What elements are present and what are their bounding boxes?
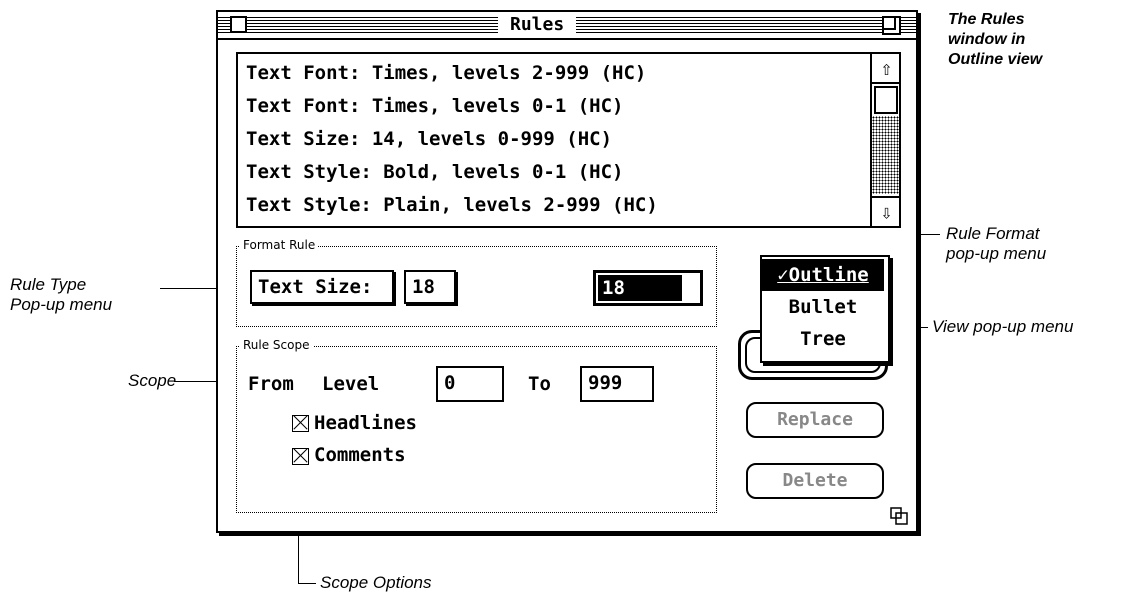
list-item[interactable]: Text Font: Times, levels 2-999 (HC): [246, 58, 646, 88]
window-caption: The Rules window in Outline view: [948, 10, 1042, 70]
scrollbar[interactable]: ⇧ ⇩: [870, 54, 901, 226]
menu-item-bullet[interactable]: Bullet: [762, 291, 884, 323]
list-item[interactable]: Text Size: 14, levels 0-999 (HC): [246, 124, 612, 154]
scroll-track[interactable]: [872, 116, 901, 194]
scope-options-callout: Scope Options: [320, 573, 432, 592]
window-caption-line: Outline view: [948, 51, 1043, 68]
callout-line: Pop-up menu: [10, 295, 113, 314]
to-label: To: [528, 373, 551, 395]
rule-format-callout: Rule Format pop-up menu: [946, 224, 1046, 264]
from-label: From: [248, 373, 294, 395]
rule-scope-label: Rule Scope: [240, 338, 313, 352]
scroll-down-arrow-icon[interactable]: ⇩: [872, 196, 901, 226]
comments-checkbox[interactable]: [292, 448, 309, 465]
scroll-thumb[interactable]: [874, 86, 898, 114]
rule-format-popup[interactable]: 18: [404, 270, 456, 304]
callout-line: pop-up menu: [946, 244, 1047, 263]
delete-button[interactable]: Delete: [746, 463, 884, 499]
comments-label[interactable]: Comments: [314, 440, 406, 470]
list-item[interactable]: Text Style: Plain, levels 2-999 (HC): [246, 190, 658, 220]
scope-callout: Scope: [128, 371, 177, 390]
window-caption-line: window in: [948, 31, 1026, 48]
view-popup-callout: View pop-up menu: [932, 317, 1074, 336]
headlines-label[interactable]: Headlines: [314, 408, 417, 438]
grow-box-icon[interactable]: [890, 507, 910, 527]
menu-item-outline[interactable]: ✓Outline: [762, 259, 884, 291]
menu-item-tree[interactable]: Tree: [762, 323, 884, 355]
replace-button[interactable]: Replace: [746, 402, 884, 438]
view-popup-menu[interactable]: ✓Outline Bullet Tree: [760, 255, 890, 363]
rules-window: Rules Text Font: Times, levels 2-999 (HC…: [216, 10, 918, 533]
rules-list[interactable]: Text Font: Times, levels 2-999 (HC) Text…: [236, 52, 901, 228]
zoom-box[interactable]: [882, 16, 901, 35]
window-title: Rules: [498, 14, 577, 36]
headlines-checkbox[interactable]: [292, 415, 309, 432]
callout-line: Rule Format: [946, 224, 1040, 243]
zoom-box-inner: [884, 18, 896, 30]
level-label: Level: [322, 373, 380, 395]
scroll-up-arrow-icon[interactable]: ⇧: [872, 54, 901, 84]
rule-type-popup[interactable]: Text Size:: [250, 270, 394, 304]
size-value-field[interactable]: 18: [598, 275, 682, 301]
to-level-field[interactable]: 999: [580, 366, 654, 402]
menu-item-label: ✓Outline: [777, 264, 869, 286]
window-caption-line: The Rules: [948, 11, 1025, 28]
list-item[interactable]: Text Font: Times, levels 0-1 (HC): [246, 91, 624, 121]
callout-line: Rule Type: [10, 275, 87, 294]
format-rule-label: Format Rule: [240, 238, 319, 252]
scope-options-leader-h: [298, 583, 316, 584]
size-value-field-frame[interactable]: 18: [593, 270, 703, 306]
list-item[interactable]: Text Style: Bold, levels 0-1 (HC): [246, 157, 624, 187]
close-box[interactable]: [230, 16, 247, 33]
from-level-field[interactable]: 0: [436, 366, 504, 402]
rule-type-callout: Rule Type Pop-up menu: [10, 275, 112, 315]
